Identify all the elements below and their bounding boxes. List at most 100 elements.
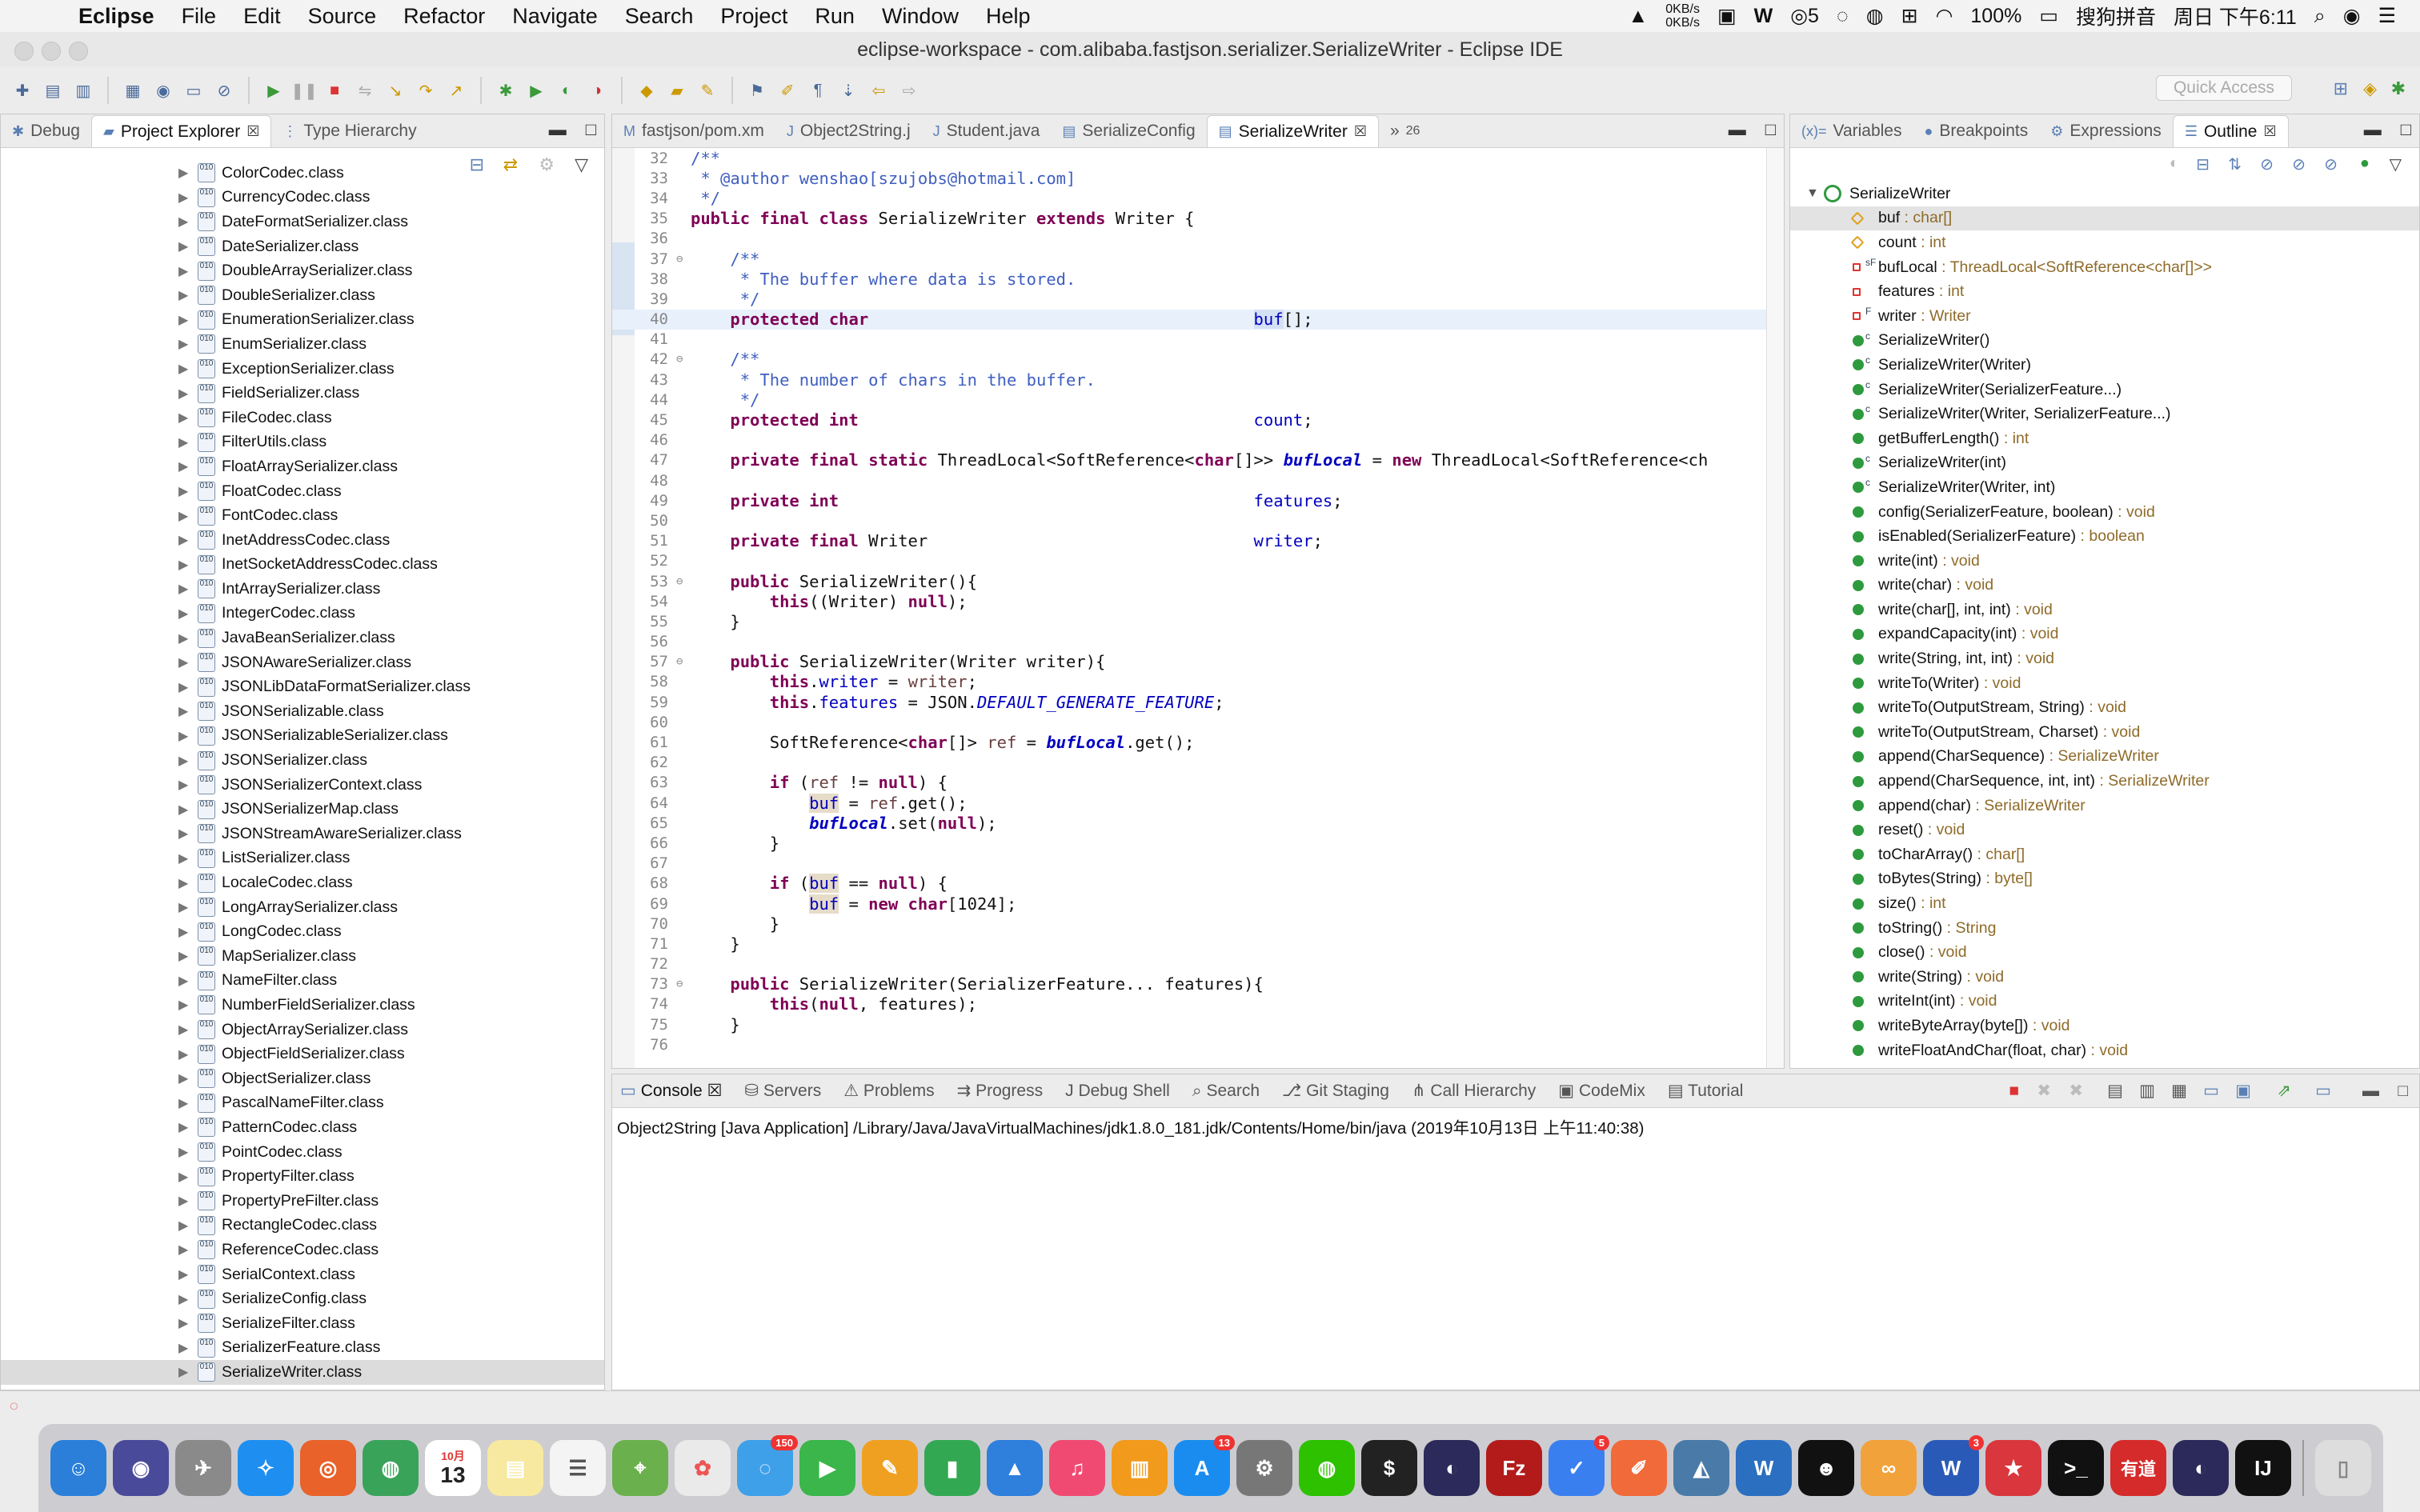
run-icon[interactable]: ▶ (525, 79, 547, 102)
tree-item[interactable]: ▶ 010 PropertyPreFilter.class (1, 1189, 604, 1214)
annotation-icon[interactable]: ⚑ (746, 79, 768, 102)
new-icon[interactable]: ✚ (11, 79, 34, 102)
chevron-right-icon[interactable]: ▶ (178, 287, 188, 303)
youdao-icon[interactable]: 有道 (2110, 1440, 2166, 1496)
menu-window[interactable]: Window (882, 4, 959, 29)
tree-item[interactable]: ▶ 010 IntArraySerializer.class (1, 577, 604, 602)
chevron-right-icon[interactable]: ▶ (178, 1315, 188, 1331)
chevron-right-icon[interactable]: ▶ (178, 1291, 188, 1307)
tab-overflow[interactable]: » 26 (1379, 115, 1431, 147)
chevron-right-icon[interactable]: ▶ (178, 606, 188, 622)
outline-item[interactable]: config(SerializerFeature, boolean) : voi… (1790, 500, 2419, 525)
hide-fields-icon[interactable]: ⊘ (2260, 154, 2274, 174)
code-line[interactable]: 40 protected char buf[]; (612, 309, 1784, 330)
close-icon[interactable]: ☒ (707, 1082, 723, 1100)
pin-console-icon[interactable]: ▣ (2235, 1081, 2251, 1101)
tree-item[interactable]: ▶ 010 PointCodec.class (1, 1140, 604, 1165)
tab-git-staging[interactable]: ⎇ Git Staging (1282, 1081, 1389, 1101)
step-over-icon[interactable]: ↷ (415, 79, 437, 102)
code-line[interactable]: 55 } (612, 611, 1784, 631)
fold-toggle-icon[interactable]: ⊖ (676, 575, 683, 588)
tree-item[interactable]: ▶ 010 JSONLibDataFormatSerializer.class (1, 674, 604, 699)
code-line[interactable]: 51 private final Writer writer; (612, 531, 1784, 551)
code-line[interactable]: 54 this((Writer) null); (612, 591, 1784, 611)
messages-icon[interactable]: ◌ 150 (737, 1435, 798, 1496)
tab-expressions[interactable]: ⚙ Expressions (2039, 115, 2173, 147)
tab-debug-shell[interactable]: J Debug Shell (1065, 1082, 1170, 1101)
step-into-icon[interactable]: ↘ (384, 79, 407, 102)
code-line[interactable]: 52 (612, 551, 1784, 571)
outline-item[interactable]: writeTo(Writer) : void (1790, 671, 2419, 696)
menu-edit[interactable]: Edit (243, 4, 281, 29)
chevron-right-icon[interactable]: ▶ (178, 1266, 188, 1282)
chevron-right-icon[interactable]: ▶ (178, 875, 188, 891)
qq-icon[interactable]: ☻ (1798, 1440, 1854, 1496)
tree-item[interactable]: ▶ 010 JavaBeanSerializer.class (1, 626, 604, 650)
code-line[interactable]: 67 (612, 854, 1784, 874)
minimize-icon[interactable]: ▬ (2364, 119, 2382, 140)
chevron-right-icon[interactable]: ▶ (178, 312, 188, 328)
reminder-app-icon[interactable]: ✓ 5 (1549, 1435, 1609, 1496)
open-task-icon[interactable]: ✎ (696, 79, 719, 102)
code-line[interactable]: 70 } (612, 914, 1784, 934)
code-line[interactable]: 60 (612, 712, 1784, 732)
profile-icon[interactable]: ◉ (152, 79, 174, 102)
wechat-icon[interactable]: ◍ (1866, 4, 1884, 28)
reminders-icon[interactable]: ☰ (550, 1440, 606, 1496)
code-line[interactable]: 63 if (ref != null) { (612, 773, 1784, 793)
skip-breakpoints-icon[interactable]: ⊘ (213, 79, 235, 102)
numbers-icon[interactable]: ▮ (924, 1440, 980, 1496)
chevron-right-icon[interactable]: ▶ (178, 1169, 188, 1185)
chevron-right-icon[interactable]: ▶ (178, 654, 188, 670)
tab-pom-xml[interactable]: Mfastjson/pom.xm (612, 115, 775, 147)
app-store-icon[interactable]: A 13 (1174, 1435, 1235, 1496)
calendar-icon[interactable]: 10月 13 (425, 1440, 481, 1496)
outline-item[interactable]: write(int) : void (1790, 549, 2419, 574)
menu-project[interactable]: Project (720, 4, 787, 29)
tree-item[interactable]: ▶ 010 JSONStreamAwareSerializer.class (1, 822, 604, 846)
binary-icon[interactable]: ▦ (122, 79, 144, 102)
debug-perspective-icon[interactable]: ✱ (2391, 78, 2406, 99)
maps-icon[interactable]: ⌖ (612, 1440, 668, 1496)
close-icon[interactable]: ☒ (246, 123, 259, 140)
spotlight-icon[interactable]: ⌕ (2314, 5, 2326, 28)
code-line[interactable]: 72 (612, 954, 1784, 974)
overview-ruler[interactable] (1766, 148, 1784, 1068)
chevron-right-icon[interactable]: ▶ (178, 434, 188, 450)
chevron-right-icon[interactable]: ▶ (178, 214, 188, 230)
tree-item[interactable]: ▶ 010 IntegerCodec.class (1, 602, 604, 626)
maximize-icon[interactable]: □ (2398, 1082, 2408, 1101)
outline-item[interactable]: c SerializeWriter(Writer, int) (1790, 475, 2419, 500)
chevron-right-icon[interactable]: ▶ (178, 1070, 188, 1086)
outline-item[interactable]: append(char) : SerializeWriter (1790, 794, 2419, 818)
chat-icon[interactable]: ◌ (1837, 5, 1849, 28)
close-window-button[interactable] (14, 42, 34, 61)
code-line[interactable]: 35 public final class SerializeWriter ext… (612, 209, 1784, 229)
tree-item[interactable]: ▶ 010 CurrencyCodec.class (1, 186, 604, 210)
tab-object2string[interactable]: J Object2String.j (775, 115, 922, 147)
hide-nonpublic-icon[interactable]: ⊘ (2324, 154, 2338, 174)
tab-outline[interactable]: ☰ Outline ☒ (2172, 115, 2289, 147)
tree-item[interactable]: ▶ 010 NumberFieldSerializer.class (1, 993, 604, 1018)
code-line[interactable]: 46 (612, 430, 1784, 450)
suspend-icon[interactable]: ❚❚ (290, 79, 318, 102)
tree-item[interactable]: ▶ 010 LongCodec.class (1, 919, 604, 944)
code-line[interactable]: 56 (612, 632, 1784, 652)
code-line[interactable]: 74 this(null, features); (612, 994, 1784, 1014)
outline-item[interactable]: count : int (1790, 230, 2419, 255)
tree-item[interactable]: ▶ 010 ObjectFieldSerializer.class (1, 1042, 604, 1066)
tree-item[interactable]: ▶ 010 FilterUtils.class (1, 430, 604, 455)
code-line[interactable]: 45 protected int count; (612, 410, 1784, 430)
code-line[interactable]: 64 buf = ref.get(); (612, 793, 1784, 813)
minimize-window-button[interactable] (42, 42, 61, 61)
outline-item[interactable]: writeByteArray(byte[]) : void (1790, 1014, 2419, 1038)
w-icon[interactable]: W (1754, 5, 1773, 28)
chevron-right-icon[interactable]: ▶ (178, 336, 188, 352)
chevron-right-icon[interactable]: ▶ (178, 458, 188, 474)
facetime-icon[interactable]: ▶ (799, 1440, 855, 1496)
zoom-window-button[interactable] (69, 42, 88, 61)
books-icon[interactable]: ▥ (1112, 1440, 1168, 1496)
chevron-right-icon[interactable]: ▶ (178, 1340, 188, 1356)
tree-item[interactable]: ▶ 010 FloatCodec.class (1, 479, 604, 504)
chevron-right-icon[interactable]: ▶ (178, 165, 188, 181)
